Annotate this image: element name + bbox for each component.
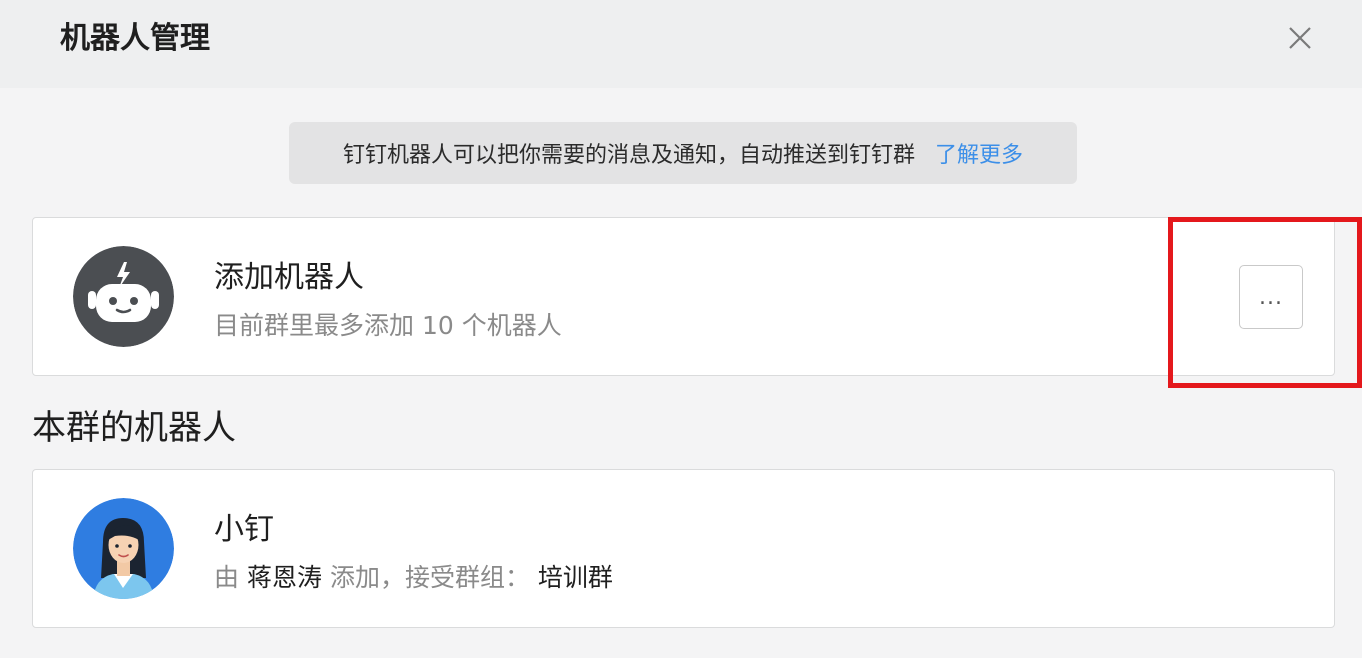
learn-more-link[interactable]: 了解更多 (935, 137, 1023, 169)
add-robot-card[interactable]: 添加机器人 目前群里最多添加 10 个机器人 ... (32, 217, 1335, 376)
robot-card[interactable]: 小钉 由 蒋恩涛 添加，接受群组： 培训群 (32, 469, 1335, 628)
add-robot-title: 添加机器人 (214, 260, 364, 295)
robot-meta: 由 蒋恩涛 添加，接受群组： 培训群 (214, 560, 613, 596)
robot-avatar (73, 246, 174, 347)
add-robot-subtitle: 目前群里最多添加 10 个机器人 (214, 311, 562, 340)
robot-user-avatar (73, 498, 174, 599)
robot-icon (73, 246, 174, 347)
robot-group: 培训群 (537, 563, 613, 592)
robot-meta-mid: 添加，接受群组： (329, 563, 530, 592)
robot-meta-prefix: 由 (214, 563, 240, 592)
more-options-button[interactable]: ... (1239, 265, 1303, 329)
info-notice: 钉钉机器人可以把你需要的消息及通知，自动推送到钉钉群 了解更多 (289, 122, 1077, 184)
close-icon (1289, 27, 1311, 49)
dialog-title: 机器人管理 (60, 21, 210, 56)
robot-added-by: 蒋恩涛 (246, 563, 322, 592)
notice-text: 钉钉机器人可以把你需要的消息及通知，自动推送到钉钉群 (342, 143, 915, 168)
robot-name: 小钉 (214, 512, 274, 547)
section-title: 本群的机器人 (32, 408, 236, 448)
close-button[interactable] (1280, 18, 1320, 58)
female-avatar-icon (73, 498, 174, 599)
dialog-header: 机器人管理 (0, 0, 1362, 88)
